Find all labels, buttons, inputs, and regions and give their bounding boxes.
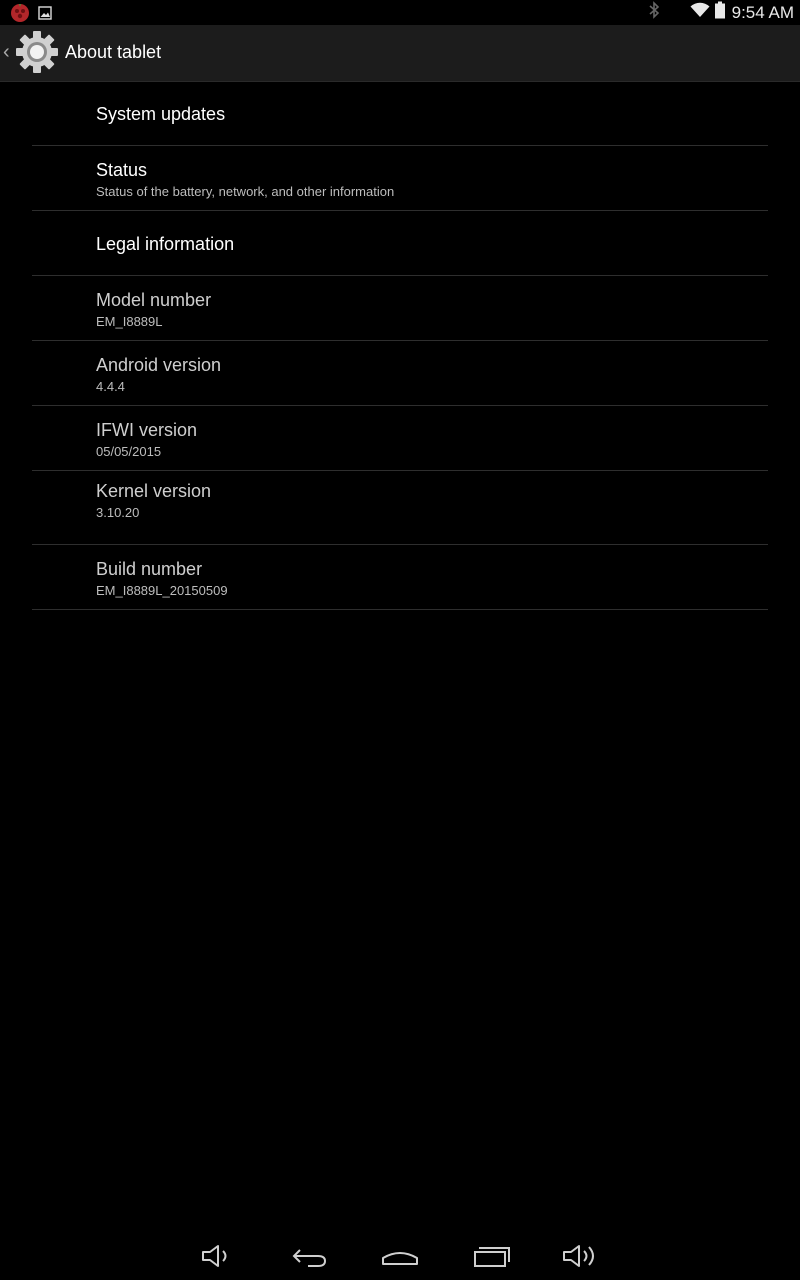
battery-icon: [714, 1, 726, 24]
status-time: 9:54 AM: [731, 2, 794, 22]
about-list: System updates Status Status of the batt…: [32, 81, 768, 610]
page-title: About tablet: [65, 42, 162, 62]
item-label: System updates: [96, 104, 226, 124]
action-bar: ‹ About tablet: [0, 25, 800, 82]
list-item-kernel-version: Kernel version 3.10.20: [32, 471, 768, 545]
item-summary: 4.4.4: [96, 379, 125, 394]
list-item-android-version[interactable]: Android version 4.4.4: [32, 341, 768, 406]
image-notification-icon: [38, 6, 52, 25]
home-icon[interactable]: [380, 1242, 420, 1275]
list-item-model-number: Model number EM_I8889L: [32, 276, 768, 341]
item-label: Build number: [96, 559, 203, 579]
list-item-system-updates[interactable]: System updates: [32, 81, 768, 146]
list-item-status[interactable]: Status Status of the battery, network, a…: [32, 146, 768, 211]
item-summary: EM_I8889L_20150509: [96, 583, 228, 598]
list-item-legal-information[interactable]: Legal information: [32, 211, 768, 276]
recents-icon[interactable]: [472, 1242, 512, 1275]
settings-gear-icon[interactable]: [14, 29, 60, 80]
wifi-icon: [690, 2, 710, 23]
volume-up-icon[interactable]: [561, 1242, 601, 1275]
item-label: Android version: [96, 355, 222, 375]
item-label: Kernel version: [96, 481, 212, 501]
status-bar: 9:54 AM: [0, 0, 800, 25]
item-summary: EM_I8889L: [96, 314, 163, 329]
item-label: Legal information: [96, 234, 235, 254]
item-summary: Status of the battery, network, and othe…: [96, 184, 395, 199]
item-label: IFWI version: [96, 420, 198, 440]
volume-down-icon[interactable]: [200, 1242, 236, 1275]
bluetooth-icon: [648, 1, 660, 24]
back-icon[interactable]: [290, 1242, 330, 1275]
navigation-bar: [0, 1232, 800, 1280]
up-chevron-icon[interactable]: ‹: [3, 42, 10, 62]
item-label: Status: [96, 160, 148, 180]
item-summary: 3.10.20: [96, 505, 140, 520]
item-summary: 05/05/2015: [96, 444, 162, 459]
item-label: Model number: [96, 290, 212, 310]
list-item-build-number[interactable]: Build number EM_I8889L_20150509: [32, 545, 768, 610]
list-item-ifwi-version: IFWI version 05/05/2015: [32, 406, 768, 471]
